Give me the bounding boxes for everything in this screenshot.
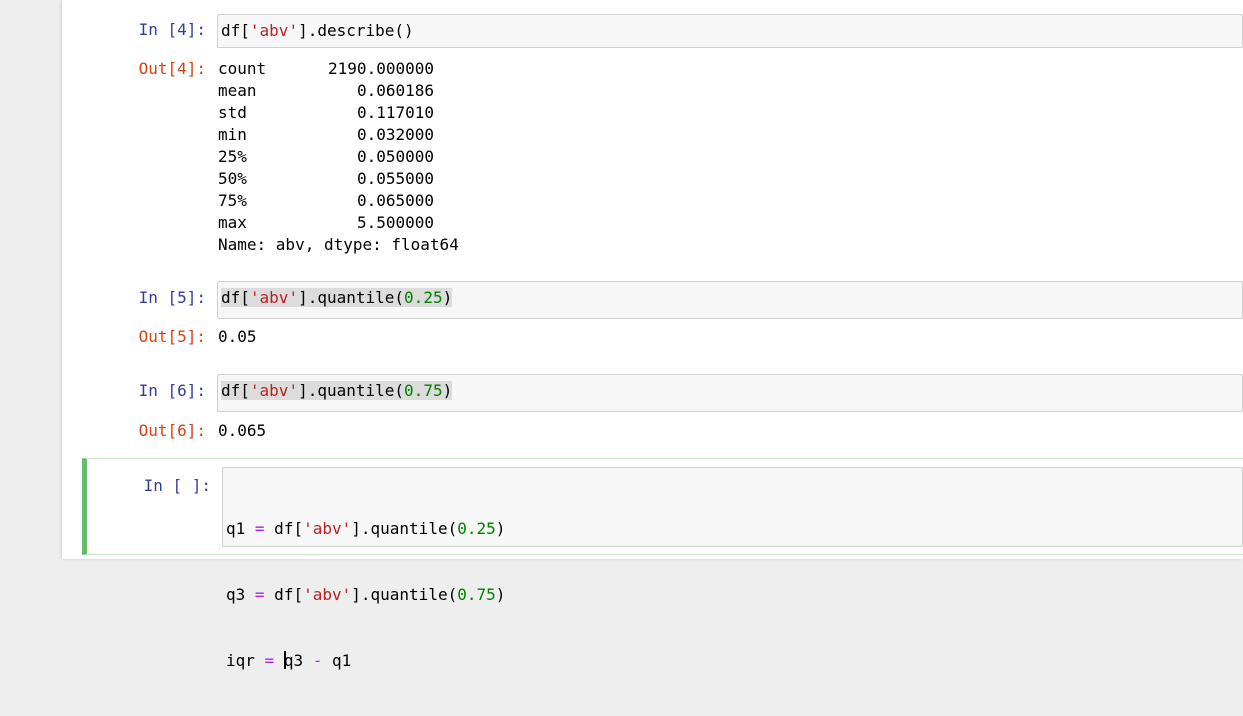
stats-row: 50% 0.055000 — [218, 168, 1243, 190]
stats-key: min — [218, 125, 247, 144]
output-value: 0.065 — [218, 421, 267, 440]
stats-value: 0.117010 — [356, 103, 434, 122]
stats-row: 25% 0.050000 — [218, 146, 1243, 168]
stats-key: 75% — [218, 191, 247, 210]
number-literal: 0.75 — [404, 381, 443, 400]
stats-value: 5.500000 — [356, 213, 434, 232]
stats-row: max 5.500000 — [218, 212, 1243, 234]
code-text: df[ — [221, 288, 250, 307]
stats-key: 25% — [218, 147, 247, 166]
stats-value: 0.055000 — [356, 169, 434, 188]
stats-row: mean 0.060186 — [218, 80, 1243, 102]
stats-value: 0.060186 — [356, 81, 434, 100]
code-line-2: q3 = df['abv'].quantile(0.75) — [226, 585, 506, 604]
stats-value: 0.032000 — [356, 125, 434, 144]
string-literal: 'abv' — [249, 21, 299, 40]
stats-row: 75% 0.065000 — [218, 190, 1243, 212]
code-text: ) — [442, 381, 453, 400]
code-text: ].describe() — [298, 21, 414, 40]
code-input[interactable]: df['abv'].describe() — [217, 14, 1243, 48]
notebook-container: In [4]: df['abv'].describe() Out[4]: cou… — [62, 0, 1243, 670]
stats-key: 50% — [218, 169, 247, 188]
string-literal: 'abv' — [249, 381, 299, 400]
stats-key: mean — [218, 81, 257, 100]
stats-value: 0.065000 — [356, 191, 434, 210]
stats-row: min 0.032000 — [218, 124, 1243, 146]
stats-value: 0.050000 — [356, 147, 434, 166]
code-text: df[ — [221, 381, 250, 400]
code-line-3: iqr = q3 - q1 — [226, 651, 352, 670]
out-prompt: Out[4]: — [138, 59, 206, 78]
code-text: ].quantile( — [298, 288, 405, 307]
code-text: ].quantile( — [298, 381, 405, 400]
bracket-highlight: df['abv'].quantile(0.75) — [221, 381, 453, 400]
bracket-highlight: df['abv'].quantile(0.25) — [221, 288, 453, 307]
stats-key: count — [218, 59, 267, 78]
stats-key: std — [218, 103, 247, 122]
in-prompt: In [6]: — [138, 381, 206, 400]
code-text: ) — [442, 288, 453, 307]
code-input-active[interactable]: q1 = df['abv'].quantile(0.25) q3 = df['a… — [222, 467, 1243, 670]
code-input[interactable]: df['abv'].quantile(0.75) — [217, 374, 1243, 412]
code-line-1: q1 = df['abv'].quantile(0.25) — [226, 519, 506, 538]
code-text: df[ — [221, 21, 250, 40]
in-prompt: In [4]: — [138, 20, 206, 39]
stats-row: std 0.117010 — [218, 102, 1243, 124]
code-cell-active[interactable]: In [ ]: q1 = df['abv'].quantile(0.25) q3… — [82, 458, 1243, 670]
string-literal: 'abv' — [249, 288, 299, 307]
stats-value: 2190.000000 — [328, 59, 434, 78]
describe-output: count 2190.000000 mean 0.060186 std 0.117010 m… — [218, 58, 1243, 256]
in-prompt: In [5]: — [138, 288, 206, 307]
stats-footer: Name: abv, dtype: float64 — [218, 235, 459, 254]
stats-row: count 2190.000000 — [218, 58, 1243, 80]
code-input[interactable]: df['abv'].quantile(0.25) — [217, 281, 1243, 319]
output-value: 0.05 — [218, 327, 257, 346]
out-prompt: Out[5]: — [138, 327, 206, 346]
stats-key: max — [218, 213, 247, 232]
out-prompt: Out[6]: — [138, 421, 206, 440]
number-literal: 0.25 — [404, 288, 443, 307]
in-prompt: In [ ]: — [143, 476, 211, 495]
